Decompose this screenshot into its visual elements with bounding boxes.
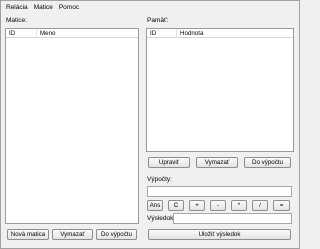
result-field [173,213,292,224]
app-window: Relácia Matice Pomoc Matice: ID Meno Nov… [0,0,300,249]
memory-to-calc-button[interactable]: Do výpočtu [244,157,291,168]
memory-list[interactable]: ID Hodnota [146,28,294,152]
clear-button[interactable]: C [168,200,184,211]
new-matrix-button[interactable]: Nová matica [7,229,49,240]
column-id[interactable]: ID [9,30,15,37]
calculation-label: Výpočty: [147,176,172,183]
delete-memory-button[interactable]: Vymazať [196,157,238,168]
delete-matrix-button[interactable]: Vymazať [52,229,93,240]
matrices-list-header: ID Meno [6,29,138,38]
edit-memory-button[interactable]: Upraviť [148,157,190,168]
save-result-button[interactable]: Uložiť výsledok [148,229,291,240]
menu-bar: Relácia Matice Pomoc [2,2,299,13]
ans-button[interactable]: Ans [147,200,163,211]
minus-button[interactable]: - [210,200,226,211]
calculation-input[interactable] [147,186,292,197]
menu-relacia[interactable]: Relácia [6,4,28,11]
equals-button[interactable]: = [273,200,290,211]
memory-list-header: ID Hodnota [147,29,293,38]
plus-button[interactable]: + [189,200,205,211]
memory-label: Pamäť: [147,17,169,24]
divide-button[interactable]: / [252,200,268,211]
multiply-button[interactable]: * [231,200,247,211]
result-label: Výsledok: [147,215,176,222]
matrices-list[interactable]: ID Meno [5,28,139,224]
menu-matice[interactable]: Matice [34,4,53,11]
column-name[interactable]: Meno [40,30,55,37]
column-separator[interactable] [176,29,177,38]
column-separator[interactable] [36,29,37,38]
column-value[interactable]: Hodnota [180,30,203,37]
matrices-label: Matice: [6,17,27,24]
menu-pomoc[interactable]: Pomoc [59,4,79,11]
column-id[interactable]: ID [150,30,156,37]
matrix-to-calc-button[interactable]: Do výpočtu [96,229,137,240]
